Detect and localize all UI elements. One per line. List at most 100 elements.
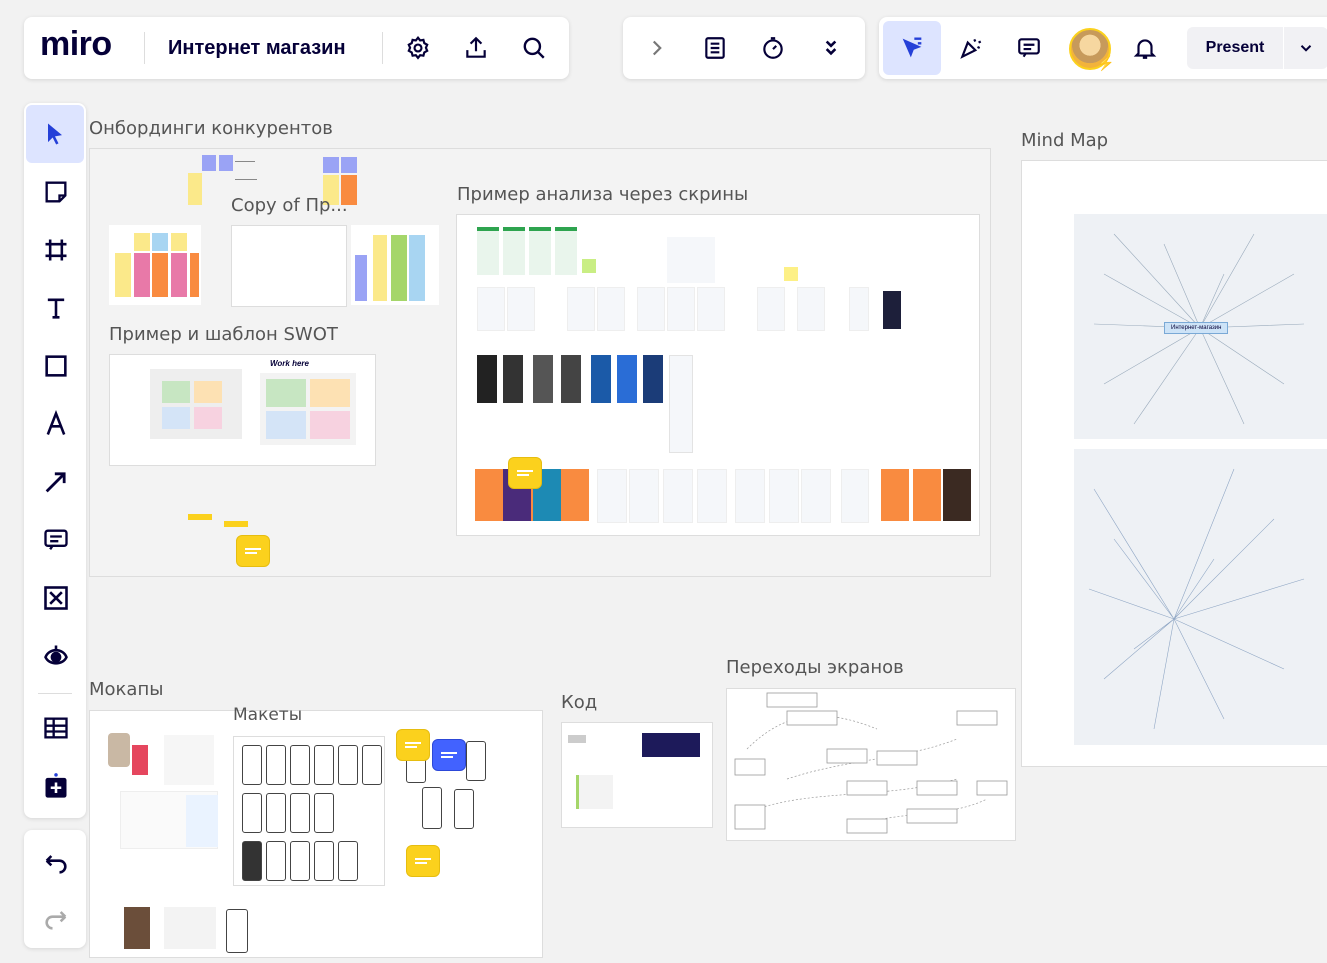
mockup-phone[interactable]: [108, 733, 130, 767]
layout-phone[interactable]: [242, 745, 262, 785]
tool-frame[interactable]: [24, 221, 88, 279]
mockup-screen[interactable]: [164, 735, 214, 785]
layout-phone[interactable]: [266, 841, 286, 881]
shape-icon: [45, 355, 67, 377]
undo-button[interactable]: [24, 834, 88, 892]
miro-logo[interactable]: miro: [40, 25, 112, 64]
layout-phone[interactable]: [338, 745, 358, 785]
tool-add-app[interactable]: [24, 757, 88, 815]
onboarding-board-2[interactable]: [231, 225, 347, 307]
code-snippet: [568, 735, 586, 743]
settings-icon[interactable]: [400, 30, 436, 66]
sticky-note[interactable]: [323, 157, 339, 173]
frame-title-code[interactable]: Код: [561, 692, 597, 713]
tool-text[interactable]: [24, 279, 88, 337]
frame-onboarding[interactable]: Copy of Пр... Пример и шаблон SWOT Work …: [89, 148, 991, 577]
mockup-table[interactable]: [186, 795, 218, 847]
mindmap-2[interactable]: [1074, 449, 1327, 745]
chevron-right-icon[interactable]: [639, 30, 675, 66]
mindmap-center-node[interactable]: Интернет-магазин: [1164, 322, 1229, 334]
tool-sticky[interactable]: [24, 163, 88, 221]
mini-emoji: [224, 521, 248, 527]
present-label: Present: [1205, 39, 1265, 56]
header-divider-2: [382, 32, 383, 64]
chat-bubble-blue[interactable]: [432, 739, 466, 771]
flow-phone[interactable]: [422, 787, 442, 829]
share-icon[interactable]: [458, 30, 494, 66]
layout-phone[interactable]: [314, 745, 334, 785]
collab-panel: ⚡ Present: [879, 17, 1327, 79]
layout-phone[interactable]: [314, 793, 334, 833]
more-chevron-icon[interactable]: [813, 30, 849, 66]
frame-title-transitions[interactable]: Переходы экранов: [726, 657, 904, 678]
frame-title-screens[interactable]: Пример анализа через скрины: [457, 184, 748, 205]
tool-crop[interactable]: [24, 569, 88, 627]
bell-icon[interactable]: [1127, 30, 1163, 66]
tool-comment[interactable]: [24, 511, 88, 569]
mockup-phone-frame[interactable]: [226, 909, 248, 953]
frame-title-onboarding[interactable]: Онбординги конкурентов: [89, 118, 333, 139]
present-button[interactable]: Present: [1187, 27, 1283, 69]
layout-phone[interactable]: [242, 841, 262, 881]
layout-phone[interactable]: [266, 793, 286, 833]
layout-phone[interactable]: [290, 745, 310, 785]
tool-pen[interactable]: [24, 395, 88, 453]
flow-phone[interactable]: [466, 741, 486, 781]
chat-bubble[interactable]: [508, 457, 542, 489]
mockup-photos[interactable]: [124, 907, 150, 949]
layout-phone[interactable]: [290, 841, 310, 881]
sticky-note[interactable]: [202, 155, 216, 171]
frame-title-layouts[interactable]: Макеты: [233, 705, 302, 725]
mockup-screen[interactable]: [132, 745, 148, 775]
onboarding-board-1[interactable]: [109, 225, 201, 305]
board-title[interactable]: Интернет магазин: [168, 37, 346, 60]
layout-phone[interactable]: [314, 841, 334, 881]
sticky-note[interactable]: [219, 155, 233, 171]
layout-phone[interactable]: [242, 793, 262, 833]
reactions-icon[interactable]: [953, 30, 989, 66]
layout-phone[interactable]: [362, 745, 382, 785]
copy-of-label[interactable]: Copy of Пр...: [231, 195, 348, 216]
frame-mockups[interactable]: Макеты: [89, 705, 543, 958]
onboarding-board-3[interactable]: [351, 225, 439, 305]
present-dropdown[interactable]: [1284, 27, 1327, 69]
sticky-note[interactable]: [341, 157, 357, 173]
frame-code[interactable]: [561, 722, 713, 828]
layouts-board[interactable]: [233, 736, 385, 886]
mini-emoji: [188, 514, 212, 520]
frame-title-mockups[interactable]: Мокапы: [89, 679, 163, 700]
tool-eye[interactable]: [24, 627, 88, 685]
layout-phone[interactable]: [290, 793, 310, 833]
header-divider: [144, 32, 145, 64]
chat-bubble[interactable]: [406, 845, 440, 877]
mindmap-1[interactable]: Интернет-магазин: [1074, 214, 1327, 439]
redo-button[interactable]: [24, 890, 88, 948]
tool-select[interactable]: [26, 105, 84, 163]
select-cursor-button[interactable]: [883, 21, 941, 75]
connector: [235, 179, 257, 180]
tool-shape[interactable]: [24, 337, 88, 395]
tool-table[interactable]: [24, 699, 88, 757]
chat-bubble[interactable]: [396, 729, 430, 761]
swot-board[interactable]: Work here: [109, 354, 376, 466]
frame-title-swot[interactable]: Пример и шаблон SWOT: [109, 324, 338, 345]
search-icon[interactable]: [516, 30, 552, 66]
sticky-note[interactable]: [188, 173, 202, 205]
frame-transitions[interactable]: [726, 688, 1016, 841]
frame-mindmap[interactable]: Интернет-магазин: [1021, 160, 1327, 767]
layout-phone[interactable]: [338, 841, 358, 881]
mockup-photos[interactable]: [164, 907, 216, 949]
chat-bubble[interactable]: [236, 535, 270, 567]
code-block[interactable]: [642, 733, 700, 757]
flow-phone[interactable]: [454, 789, 474, 829]
tool-arrow[interactable]: [24, 453, 88, 511]
comments-icon[interactable]: [1011, 30, 1047, 66]
frame-title-mindmap[interactable]: Mind Map: [1021, 130, 1108, 151]
timer-icon[interactable]: [755, 30, 791, 66]
select-cursor-icon: [902, 37, 922, 58]
transitions-diagram: [734, 692, 1008, 834]
avatar-bolt-icon: ⚡: [1097, 55, 1115, 71]
layout-phone[interactable]: [266, 745, 286, 785]
code-diagram: [576, 775, 613, 809]
notes-icon[interactable]: [697, 30, 733, 66]
